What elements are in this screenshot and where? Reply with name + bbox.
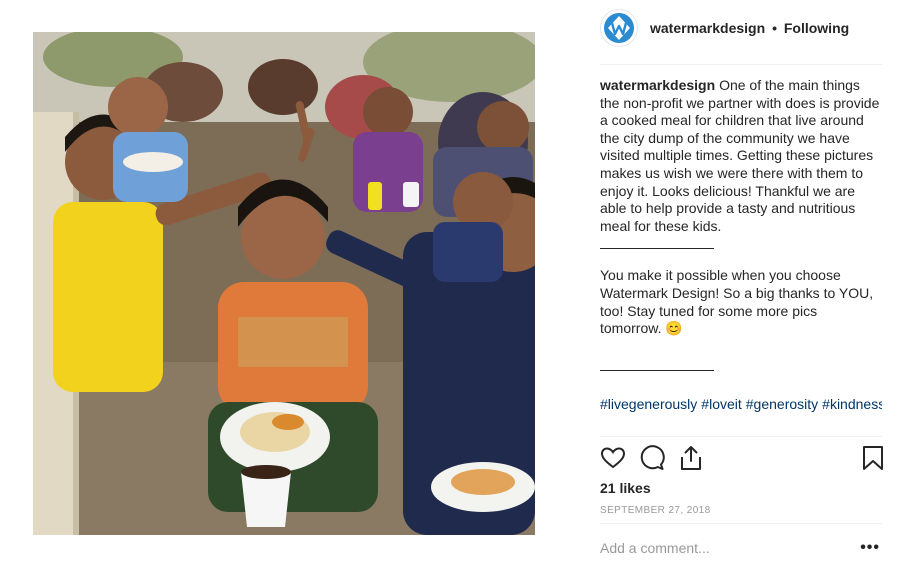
following-button[interactable]: Following xyxy=(784,20,849,36)
share-icon[interactable] xyxy=(678,445,704,471)
hashtag-list: #livegenerously #loveit #generosity #kindne… xyxy=(600,395,882,435)
post-photo[interactable] xyxy=(33,32,535,535)
caption-divider-line xyxy=(600,248,714,250)
like-count[interactable]: 21 likes xyxy=(600,480,651,496)
caption-paragraph-1: watermarkdesign One of the main things t… xyxy=(600,77,882,235)
heart-icon[interactable] xyxy=(600,445,626,471)
comment-row: ••• xyxy=(600,533,882,563)
bookmark-icon[interactable] xyxy=(860,445,886,471)
comment-divider xyxy=(600,523,882,524)
post-panel: watermarkdesign • Following watermarkdes… xyxy=(600,0,883,569)
caption-paragraph-2: You make it possible when you choose Wat… xyxy=(600,267,882,337)
watermark-logo-icon-graphic xyxy=(604,13,634,43)
caption-username-link[interactable]: watermarkdesign xyxy=(600,77,715,93)
caption-divider-line-2 xyxy=(600,369,714,371)
hashtag-link[interactable]: #livegenerously xyxy=(600,396,697,412)
hashtag-link[interactable]: #loveit xyxy=(701,396,741,412)
header-divider xyxy=(600,64,882,65)
separator-dot: • xyxy=(772,20,777,36)
caption: watermarkdesign One of the main things t… xyxy=(600,77,882,383)
post-date[interactable]: SEPTEMBER 27, 2018 xyxy=(600,505,711,516)
caption-text-2: You make it possible when you choose Wat… xyxy=(600,267,874,337)
action-bar xyxy=(600,445,883,475)
watermark-logo-icon[interactable] xyxy=(600,9,638,47)
comment-input[interactable] xyxy=(600,540,820,556)
post-header: watermarkdesign • Following xyxy=(600,8,882,48)
header-text: watermarkdesign • Following xyxy=(650,20,849,36)
caption-bottom-divider xyxy=(600,436,882,437)
username-link[interactable]: watermarkdesign xyxy=(650,20,765,36)
children-eating-photo xyxy=(33,32,535,535)
hashtag-link[interactable]: #kindness xyxy=(822,396,882,412)
smile-emoji: 😊 xyxy=(665,320,683,337)
hashtag-link[interactable]: #generosity xyxy=(746,396,818,412)
comment-bubble-icon[interactable] xyxy=(639,445,665,471)
caption-text: One of the main things the non-profit we… xyxy=(600,77,880,234)
more-options-icon[interactable]: ••• xyxy=(860,539,880,557)
